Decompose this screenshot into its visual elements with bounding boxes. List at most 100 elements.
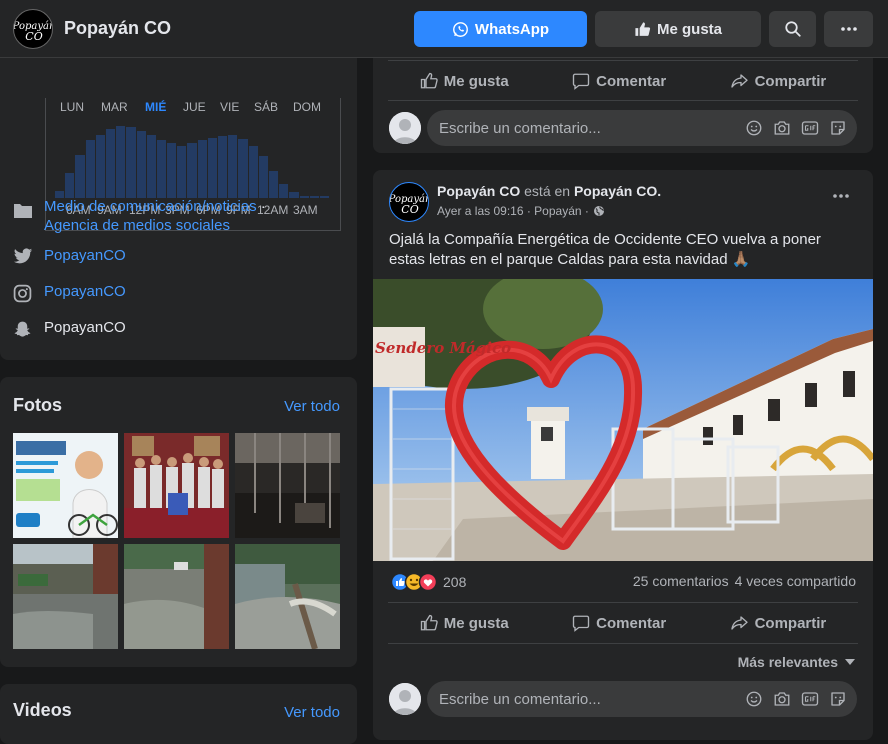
shares-count-link[interactable]: 4 veces compartido xyxy=(735,573,856,589)
whatsapp-icon xyxy=(452,21,469,38)
activity-bar xyxy=(116,126,126,198)
comment-sort-dropdown[interactable]: Más relevantes xyxy=(738,654,856,670)
photo-thumb-2[interactable] xyxy=(124,433,229,538)
emoji-icon[interactable] xyxy=(745,119,763,137)
instagram-link[interactable]: PopayanCO xyxy=(44,282,126,301)
activity-bars xyxy=(55,120,330,198)
photo-thumb-4[interactable] xyxy=(13,544,118,649)
post1-like-label: Me gusta xyxy=(443,72,509,90)
post1-divider-2 xyxy=(388,100,858,101)
instagram-icon xyxy=(13,284,32,303)
emoji-icon[interactable] xyxy=(745,690,763,708)
activity-bar xyxy=(218,136,228,198)
activity-bar xyxy=(85,140,95,198)
activity-bar xyxy=(207,138,217,198)
activity-bar xyxy=(95,135,105,198)
post-location-link[interactable]: Popayán CO. xyxy=(574,183,661,199)
post2-action-row: Me gusta Comentar Compartir xyxy=(388,604,858,642)
post1-comment-input[interactable]: Escribe un comentario... xyxy=(427,110,857,146)
about-card: LUN MAR MIÉ JUE VIE SÁB DOM 6AM 9AM 12PM 3PM 6PM 9P… xyxy=(0,40,357,360)
user-avatar[interactable] xyxy=(389,683,421,715)
photos-title: Fotos xyxy=(13,395,62,415)
camera-icon[interactable] xyxy=(773,690,791,708)
image-sign-text: Sendero Mágico xyxy=(375,339,511,357)
post1-action-row: Me gusta Comentar Compartir xyxy=(388,62,858,100)
comment-icon xyxy=(572,614,590,632)
post-text: Ojalá la Compañía Energética de Occident… xyxy=(389,231,821,268)
day-label: LUN xyxy=(60,100,85,114)
post-timestamp[interactable]: Ayer a las 09:16 · Popayán · xyxy=(437,204,605,218)
page-title[interactable]: Popayán CO xyxy=(64,18,171,39)
post2-share-button[interactable]: Compartir xyxy=(730,614,827,632)
category-row: Medio de comunicación/noticias · Agencia… xyxy=(13,197,353,237)
post2-divider xyxy=(388,602,858,603)
whatsapp-label: WhatsApp xyxy=(474,20,550,38)
gif-icon[interactable] xyxy=(801,690,819,708)
activity-bar xyxy=(156,140,167,198)
photos-see-all-link[interactable]: Ver todo xyxy=(284,398,340,415)
share-icon xyxy=(730,614,749,632)
reaction-icons xyxy=(391,573,437,591)
post-stats: 25 comentarios 4 veces compartido xyxy=(633,573,856,589)
photo-thumb-5[interactable] xyxy=(124,544,229,649)
comments-count-link[interactable]: 25 comentarios xyxy=(633,573,729,589)
post1-share-button[interactable]: Compartir xyxy=(730,72,827,90)
globe-icon xyxy=(593,205,605,217)
photo-thumb-6[interactable] xyxy=(235,544,340,649)
post1-like-button[interactable]: Me gusta xyxy=(420,72,509,90)
camera-icon[interactable] xyxy=(773,119,791,137)
activity-bar xyxy=(197,140,207,198)
activity-bar xyxy=(268,171,279,198)
comment-icon xyxy=(572,72,590,90)
gif-icon[interactable] xyxy=(801,119,819,137)
category-link-1[interactable]: Medio de comunicación/noticias xyxy=(44,198,257,215)
activity-bar xyxy=(167,143,177,198)
videos-title: Videos xyxy=(13,700,72,720)
post2-comment-input[interactable]: Escribe un comentario... xyxy=(427,681,857,717)
day-label: MIÉ xyxy=(145,100,167,114)
post1-share-label: Compartir xyxy=(754,72,827,90)
videos-see-all-link[interactable]: Ver todo xyxy=(284,704,340,721)
sticker-icon[interactable] xyxy=(829,119,847,137)
folder-icon xyxy=(13,201,33,219)
reactions-summary[interactable]: 208 xyxy=(391,573,466,591)
post-card: Popayán CO Popayán CO está en Popayán CO.… xyxy=(373,170,873,740)
post2-comment-button[interactable]: Comentar xyxy=(572,614,666,632)
caret-down-icon xyxy=(844,658,856,666)
page-like-button[interactable]: Me gusta xyxy=(595,11,761,47)
post-image[interactable]: Sendero Mágico xyxy=(373,279,873,561)
thumbs-up-icon xyxy=(634,21,651,38)
reactions-count: 208 xyxy=(443,574,467,590)
logo-text-bottom: CO xyxy=(25,30,42,43)
more-options-button[interactable] xyxy=(824,11,873,47)
post-author-avatar[interactable]: Popayán CO xyxy=(389,182,429,222)
day-label: JUE xyxy=(183,100,206,114)
photo-thumb-1[interactable] xyxy=(13,433,118,538)
post2-share-label: Compartir xyxy=(754,614,827,632)
day-label: MAR xyxy=(101,100,128,114)
twitter-link[interactable]: PopayanCO xyxy=(44,246,126,265)
thumbs-up-outline-icon xyxy=(420,614,438,632)
post1-divider xyxy=(388,60,858,61)
page-logo[interactable]: Popayán CO xyxy=(13,9,53,49)
post1-comment-button[interactable]: Comentar xyxy=(572,72,666,90)
day-label: VIE xyxy=(220,100,240,114)
post-options-button[interactable] xyxy=(833,194,849,198)
share-icon xyxy=(730,72,749,90)
whatsapp-button[interactable]: WhatsApp xyxy=(414,11,587,47)
category-separator: · xyxy=(260,198,266,215)
post2-comment-placeholder: Escribe un comentario... xyxy=(439,690,601,708)
search-button[interactable] xyxy=(769,11,816,47)
user-avatar[interactable] xyxy=(389,112,421,144)
comment-sort-label: Más relevantes xyxy=(737,654,838,670)
thumbs-up-outline-icon xyxy=(420,72,438,90)
activity-bar xyxy=(279,184,289,198)
photo-thumb-3[interactable] xyxy=(235,433,340,538)
category-link-2[interactable]: Agencia de medios sociales xyxy=(44,216,230,235)
post-author-name[interactable]: Popayán CO xyxy=(437,183,520,199)
sticker-icon[interactable] xyxy=(829,690,847,708)
post-time-text: Ayer a las 09:16 · Popayán · xyxy=(437,204,589,218)
activity-bar xyxy=(238,139,248,198)
post2-like-button[interactable]: Me gusta xyxy=(420,614,509,632)
post2-like-label: Me gusta xyxy=(443,614,509,632)
